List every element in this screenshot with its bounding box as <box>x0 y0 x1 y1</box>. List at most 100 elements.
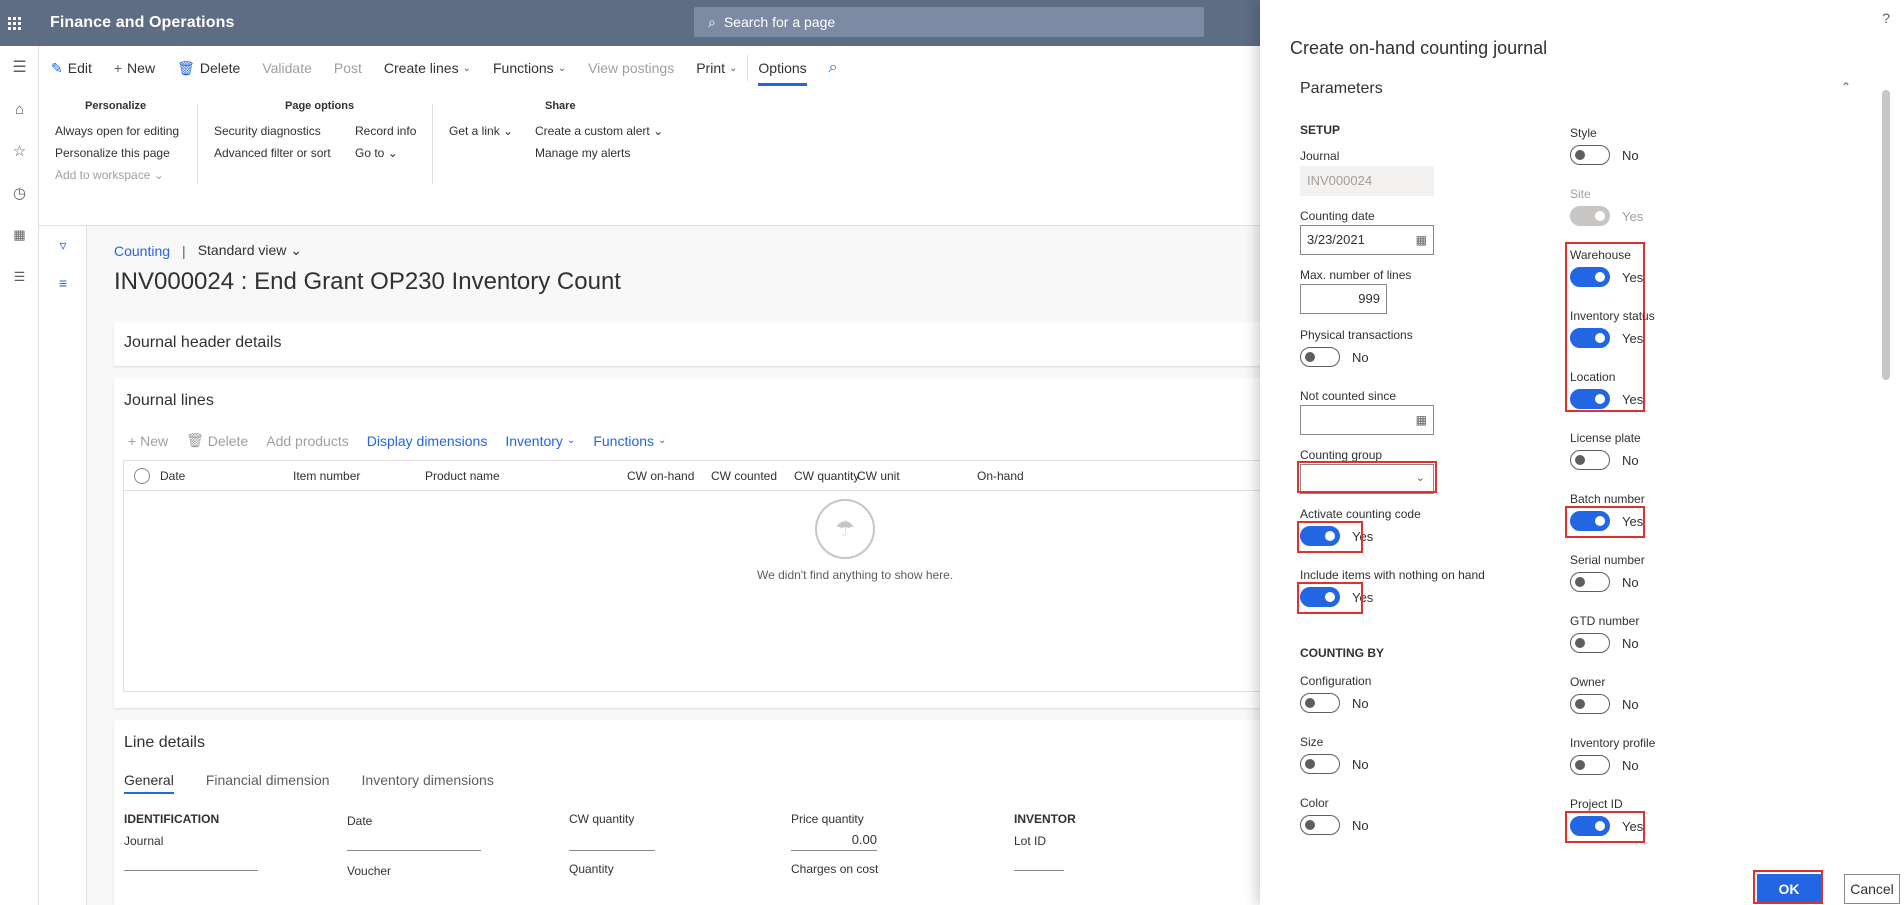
workspaces-icon[interactable]: ▦ <box>0 214 39 256</box>
tab-general[interactable]: General <box>124 772 174 794</box>
license-plate-toggle[interactable]: No <box>1570 450 1639 470</box>
toggle-switch[interactable] <box>1300 526 1340 546</box>
toggle-switch[interactable] <box>1300 587 1340 607</box>
toggle-switch[interactable] <box>1570 145 1610 165</box>
owner-toggle[interactable]: No <box>1570 694 1639 714</box>
physical-transactions-toggle[interactable]: No <box>1300 347 1369 367</box>
toggle-switch[interactable] <box>1570 328 1610 348</box>
journal-lines-title[interactable]: Journal lines <box>124 392 214 410</box>
security-diagnostics-link[interactable]: Security diagnostics <box>214 124 321 138</box>
filter-icon[interactable]: ▿ <box>39 226 87 264</box>
toggle-switch[interactable] <box>1300 754 1340 774</box>
col-cw-on-hand[interactable]: CW on-hand <box>627 469 694 483</box>
tab-financial-dimension[interactable]: Financial dimension <box>206 772 330 794</box>
ok-button[interactable]: OK <box>1757 874 1821 904</box>
add-to-workspace-menu[interactable]: Add to workspace ⌄ <box>55 168 164 182</box>
inventory-menu[interactable]: Inventory ⌄ <box>505 433 575 449</box>
activate-counting-code-toggle[interactable]: Yes <box>1300 526 1373 546</box>
toggle-switch[interactable] <box>1570 694 1610 714</box>
view-selector[interactable]: Standard view ⌄ <box>198 242 302 259</box>
size-toggle[interactable]: No <box>1300 754 1369 774</box>
toggle-switch[interactable] <box>1570 450 1610 470</box>
create-custom-alert-menu[interactable]: Create a custom alert ⌄ <box>535 124 663 138</box>
grid-delete-button[interactable]: 🗑 Delete <box>186 432 248 449</box>
location-toggle[interactable]: Yes <box>1570 389 1643 409</box>
toggle-switch[interactable] <box>1570 633 1610 653</box>
view-postings-button[interactable]: View postings <box>588 60 674 76</box>
date-field-input[interactable] <box>347 850 481 851</box>
color-toggle[interactable]: No <box>1300 815 1369 835</box>
grid-functions-menu[interactable]: Functions ⌄ <box>593 433 666 449</box>
chevron-up-icon[interactable]: ⌃ <box>1841 80 1851 94</box>
manage-alerts-link[interactable]: Manage my alerts <box>535 146 630 160</box>
advanced-filter-link[interactable]: Advanced filter or sort <box>214 146 331 160</box>
col-item-number[interactable]: Item number <box>293 469 360 483</box>
counting-group-dropdown[interactable]: ⌄ <box>1300 464 1434 494</box>
options-tab[interactable]: Options <box>758 60 807 86</box>
go-to-menu[interactable]: Go to ⌄ <box>355 146 398 160</box>
toggle-switch[interactable] <box>1300 815 1340 835</box>
configuration-toggle[interactable]: No <box>1300 693 1369 713</box>
modules-list-icon[interactable]: ☰ <box>0 256 39 298</box>
select-all-radio[interactable] <box>134 468 150 484</box>
project-id-toggle[interactable]: Yes <box>1570 816 1643 836</box>
col-on-hand[interactable]: On-hand <box>977 469 1024 483</box>
toggle-switch[interactable] <box>1570 267 1610 287</box>
display-dimensions-button[interactable]: Display dimensions <box>367 433 488 449</box>
action-search-icon[interactable]: ⌕ <box>829 59 838 77</box>
toggle-switch[interactable] <box>1570 389 1610 409</box>
personalize-page-link[interactable]: Personalize this page <box>55 146 170 160</box>
col-cw-unit[interactable]: CW unit <box>857 469 900 483</box>
favorites-star-icon[interactable]: ☆ <box>0 130 39 172</box>
toggle-switch[interactable] <box>1300 693 1340 713</box>
functions-menu[interactable]: Functions ⌄ <box>493 60 566 76</box>
max-lines-field[interactable]: 999 <box>1300 284 1387 314</box>
app-launcher-icon[interactable] <box>0 0 28 46</box>
inventory-profile-toggle[interactable]: No <box>1570 755 1639 775</box>
journal-field-input[interactable] <box>124 870 258 871</box>
cancel-button[interactable]: Cancel <box>1844 874 1900 904</box>
journal-header-card[interactable]: Journal header details <box>114 322 1287 366</box>
col-cw-counted[interactable]: CW counted <box>711 469 777 483</box>
tab-inventory-dimensions[interactable]: Inventory dimensions <box>362 772 494 794</box>
dialog-scrollbar[interactable] <box>1882 90 1890 380</box>
gtd-number-toggle[interactable]: No <box>1570 633 1639 653</box>
line-details-title[interactable]: Line details <box>124 734 205 752</box>
col-cw-quantity[interactable]: CW quantity <box>794 469 859 483</box>
calendar-icon[interactable]: ▦ <box>1416 413 1427 427</box>
inventory-status-toggle[interactable]: Yes <box>1570 328 1643 348</box>
batch-number-toggle[interactable]: Yes <box>1570 511 1643 531</box>
get-a-link-menu[interactable]: Get a link ⌄ <box>449 124 513 138</box>
help-icon[interactable]: ? <box>1882 10 1890 26</box>
warehouse-toggle[interactable]: Yes <box>1570 267 1643 287</box>
serial-number-toggle[interactable]: No <box>1570 572 1639 592</box>
toggle-switch[interactable] <box>1570 816 1610 836</box>
home-icon[interactable]: ⌂ <box>0 88 39 130</box>
validate-button[interactable]: Validate <box>262 60 312 76</box>
price-quantity-value[interactable]: 0.00 <box>791 832 877 847</box>
style-toggle[interactable]: No <box>1570 145 1639 165</box>
toggle-switch[interactable] <box>1570 511 1610 531</box>
list-icon[interactable]: ≡ <box>39 264 87 302</box>
toggle-switch[interactable] <box>1300 347 1340 367</box>
include-items-toggle[interactable]: Yes <box>1300 587 1373 607</box>
create-lines-menu[interactable]: Create lines ⌄ <box>384 60 471 76</box>
breadcrumb-counting-link[interactable]: Counting <box>114 243 170 259</box>
counting-date-field[interactable]: 3/23/2021 ▦ <box>1300 225 1434 255</box>
edit-button[interactable]: ✎ Edit <box>51 60 92 77</box>
hamburger-menu-icon[interactable]: ☰ <box>0 46 39 88</box>
toggle-switch[interactable] <box>1570 572 1610 592</box>
col-product-name[interactable]: Product name <box>425 469 500 483</box>
cw-quantity-field-input[interactable] <box>569 850 655 851</box>
toggle-switch[interactable] <box>1570 755 1610 775</box>
not-counted-since-field[interactable]: ▦ <box>1300 405 1434 435</box>
page-search-box[interactable]: ⌕ Search for a page <box>694 7 1204 37</box>
new-button[interactable]: + New <box>114 60 155 76</box>
recent-clock-icon[interactable]: ◷ <box>0 172 39 214</box>
record-info-link[interactable]: Record info <box>355 124 416 138</box>
calendar-icon[interactable]: ▦ <box>1416 233 1427 247</box>
parameters-section-title[interactable]: Parameters <box>1300 80 1383 98</box>
delete-button[interactable]: 🗑 Delete <box>177 60 240 77</box>
app-title[interactable]: Finance and Operations <box>50 14 234 32</box>
grid-new-button[interactable]: + New <box>128 433 168 449</box>
